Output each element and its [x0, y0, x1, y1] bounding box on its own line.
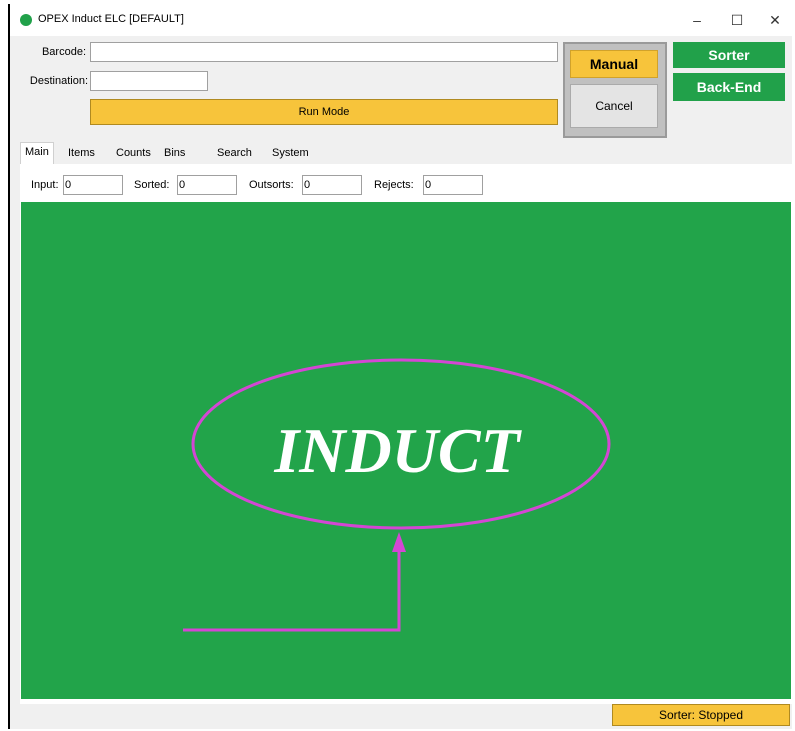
rejects-count-label: Rejects:: [374, 179, 414, 191]
tab-main[interactable]: Main: [20, 142, 54, 165]
annotation-arrow-line: [183, 542, 401, 632]
outsorts-count-label: Outsorts:: [249, 179, 294, 191]
sorted-count-label: Sorted:: [134, 179, 170, 191]
back-end-button[interactable]: Back-End: [673, 73, 785, 101]
rejects-count-field: 0: [423, 175, 483, 195]
annotation-arrowhead-icon: [392, 532, 406, 552]
cancel-button[interactable]: Cancel: [570, 84, 658, 128]
window-title: OPEX Induct ELC [DEFAULT]: [38, 13, 184, 25]
input-count-field: 0: [63, 175, 123, 195]
sorter-status-badge: Sorter: Stopped: [612, 704, 790, 726]
run-mode-button[interactable]: Run Mode: [90, 99, 558, 125]
tab-bins[interactable]: Bins: [164, 144, 185, 164]
app-icon: [20, 14, 32, 26]
outsorts-count-field: 0: [302, 175, 362, 195]
maximize-button[interactable]: ☐: [722, 8, 752, 32]
induct-label: INDUCT: [273, 415, 522, 486]
action-button-group: Manual Cancel: [563, 42, 667, 138]
sorted-count-field: 0: [177, 175, 237, 195]
barcode-input[interactable]: [90, 42, 558, 62]
tab-counts[interactable]: Counts: [116, 144, 151, 164]
induct-annotation: INDUCT: [183, 358, 611, 632]
input-count-label: Input:: [31, 179, 59, 191]
induct-canvas[interactable]: INDUCT: [21, 202, 791, 699]
destination-label: Destination:: [29, 75, 88, 87]
app-window: OPEX Induct ELC [DEFAULT] – ☐ ✕ Barcode:…: [8, 4, 792, 729]
close-button[interactable]: ✕: [760, 8, 790, 32]
tab-items[interactable]: Items: [68, 144, 95, 164]
tab-system[interactable]: System: [272, 144, 309, 164]
destination-input[interactable]: [90, 71, 208, 91]
sorter-button[interactable]: Sorter: [673, 42, 785, 68]
barcode-label: Barcode:: [41, 46, 86, 58]
tab-search[interactable]: Search: [217, 144, 252, 164]
manual-button[interactable]: Manual: [570, 50, 658, 78]
title-bar: OPEX Induct ELC [DEFAULT] – ☐ ✕: [10, 4, 792, 36]
main-panel: Input: 0 Sorted: 0 Outsorts: 0 Rejects: …: [20, 164, 792, 704]
minimize-button[interactable]: –: [682, 8, 712, 32]
